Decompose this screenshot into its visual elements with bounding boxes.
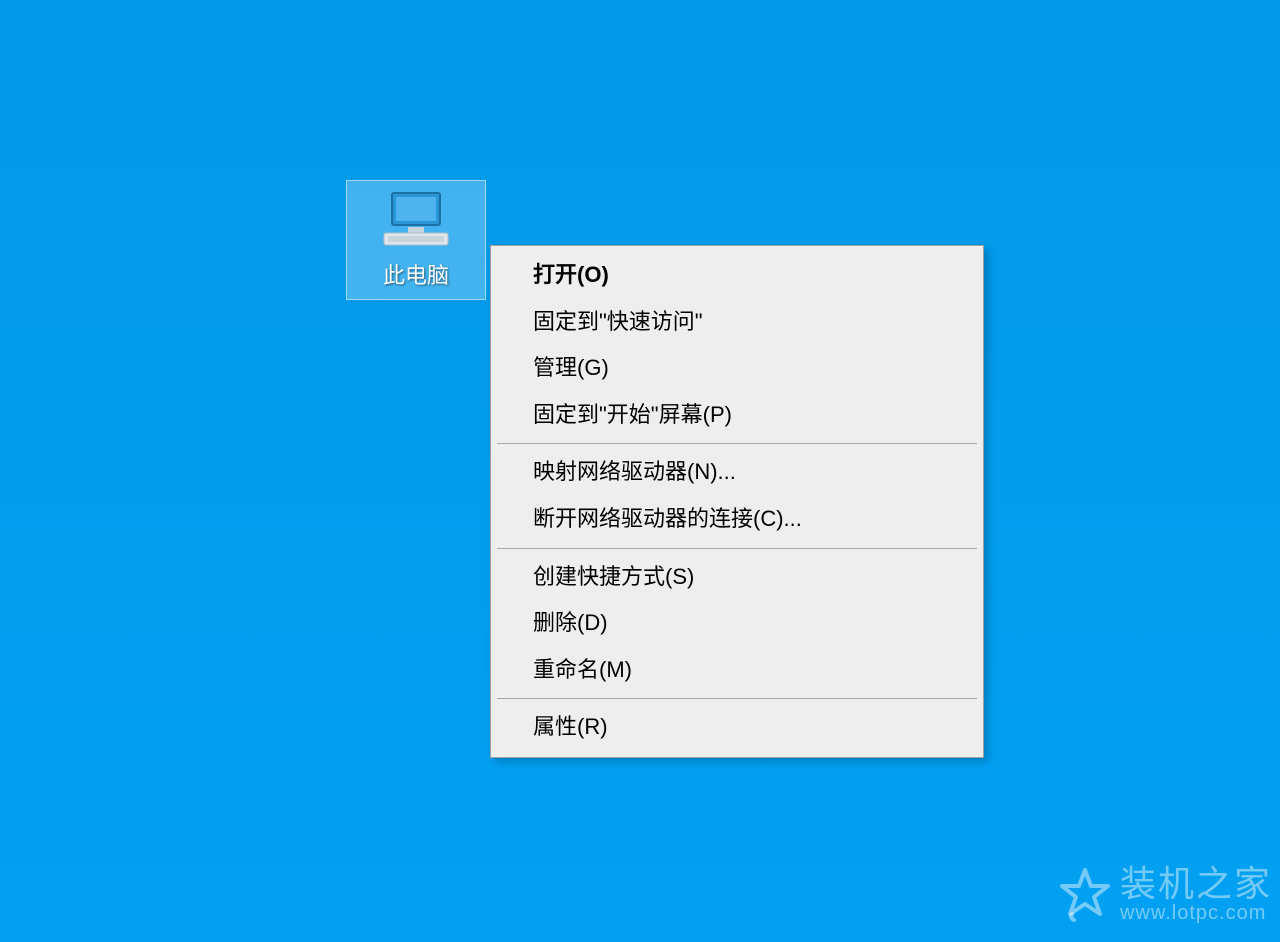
- watermark: 装机之家 www.lotpc.com: [1056, 865, 1272, 924]
- star-icon: [1056, 866, 1114, 924]
- computer-icon: [380, 191, 452, 252]
- menu-item-properties[interactable]: 属性(R): [493, 704, 981, 751]
- menu-separator: [497, 698, 977, 699]
- menu-item-disconnect-network-drive[interactable]: 断开网络驱动器的连接(C)...: [493, 496, 981, 543]
- context-menu: 打开(O) 固定到"快速访问" 管理(G) 固定到"开始"屏幕(P) 映射网络驱…: [490, 245, 984, 758]
- menu-item-pin-quick-access[interactable]: 固定到"快速访问": [493, 299, 981, 346]
- menu-item-create-shortcut[interactable]: 创建快捷方式(S): [493, 554, 981, 601]
- menu-separator: [497, 443, 977, 444]
- menu-separator: [497, 548, 977, 549]
- watermark-title: 装机之家: [1120, 865, 1272, 903]
- menu-item-rename[interactable]: 重命名(M): [493, 647, 981, 694]
- menu-item-delete[interactable]: 删除(D): [493, 600, 981, 647]
- watermark-text: 装机之家 www.lotpc.com: [1120, 865, 1272, 924]
- menu-item-map-network-drive[interactable]: 映射网络驱动器(N)...: [493, 449, 981, 496]
- desktop-icon-label: 此电脑: [383, 258, 449, 290]
- menu-item-open[interactable]: 打开(O): [493, 252, 981, 299]
- menu-item-pin-start[interactable]: 固定到"开始"屏幕(P): [493, 392, 981, 439]
- watermark-url: www.lotpc.com: [1120, 903, 1272, 924]
- desktop-icon-this-pc[interactable]: 此电脑: [346, 180, 486, 300]
- menu-item-manage[interactable]: 管理(G): [493, 345, 981, 392]
